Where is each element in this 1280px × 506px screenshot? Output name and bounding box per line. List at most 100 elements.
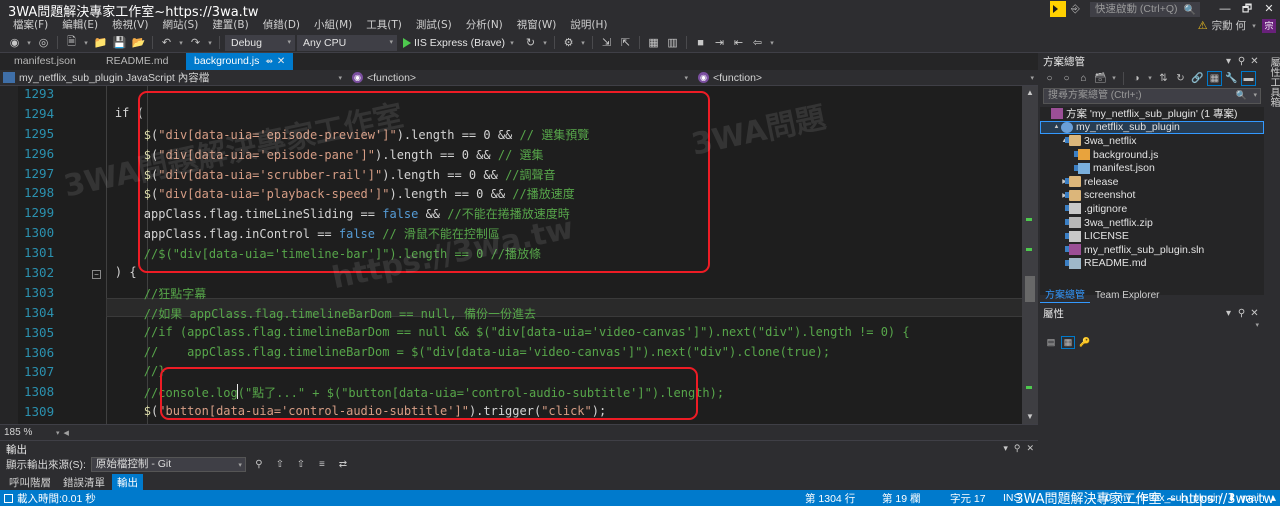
close-icon[interactable]: ✕ — [1248, 56, 1261, 67]
format-icon[interactable]: ⇦ — [749, 34, 766, 51]
step-into-icon[interactable]: ⇲ — [598, 34, 615, 51]
redo-caret-icon[interactable]: ▾ — [206, 39, 214, 47]
scroll-down-arrow-icon[interactable]: ▼ — [1022, 410, 1038, 424]
menu-item-2[interactable]: 檢視(V) — [105, 18, 155, 33]
account-caret-icon[interactable]: ▾ — [1250, 22, 1258, 30]
outlining-column[interactable]: − — [92, 86, 106, 424]
save-all-icon[interactable]: 📂 — [130, 34, 147, 51]
properties-object-caret-icon[interactable]: ▾ — [1255, 321, 1259, 329]
code-line[interactable]: 1301 //$("div[data-uia='timeline-bar']")… — [0, 245, 1038, 265]
pending-changes-icon[interactable]: 🗃 — [1093, 71, 1108, 86]
tree-node-8[interactable]: 3wa_netflix.zip — [1040, 216, 1264, 230]
sync-icon[interactable]: ⇅ — [1156, 71, 1171, 86]
code-editor[interactable]: 12931294 if (1295 $("div[data-uia='episo… — [0, 86, 1038, 424]
new-project-caret-icon[interactable]: ▾ — [82, 39, 90, 47]
pin-icon[interactable]: ⚲ — [1014, 443, 1021, 454]
properties-icon[interactable]: 🔑 — [1078, 336, 1092, 349]
scroll-up-arrow-icon[interactable]: ▲ — [1022, 86, 1038, 100]
start-debugging-button[interactable]: IIS Express (Brave) ▾ — [399, 34, 520, 51]
clear-all-icon[interactable]: ⇧ — [293, 457, 309, 472]
chevron-down-icon[interactable]: ▾ — [1222, 56, 1235, 67]
solution-platform-select[interactable]: Any CPU ▾ — [297, 35, 397, 51]
step-over-icon[interactable]: ⇱ — [617, 34, 634, 51]
scroll-left-arrow-icon[interactable]: ◀ — [64, 429, 69, 437]
zoom-level-select[interactable]: 185 % — [4, 427, 56, 438]
tree-node-9[interactable]: LICENSE — [1040, 229, 1264, 243]
bookmark-icon[interactable]: ■ — [692, 34, 709, 51]
back-icon[interactable]: ○ — [1042, 71, 1057, 86]
pin-tab-icon[interactable]: ⇴ — [265, 56, 273, 66]
code-line[interactable]: 1305 //if (appClass.flag.timelineBarDom … — [0, 325, 1038, 345]
menu-item-7[interactable]: 工具(T) — [359, 18, 409, 33]
navigation-bar-member-right[interactable]: ◉ <function> ▾ — [692, 70, 1038, 86]
avatar[interactable]: 宗 — [1262, 19, 1276, 33]
show-all-files-icon[interactable]: ▦ — [1207, 71, 1222, 86]
code-line[interactable]: 1303 //狂點字幕 — [0, 285, 1038, 305]
tree-node-11[interactable]: README.md — [1040, 257, 1264, 271]
vertical-tab-toolbox[interactable]: 屬性工具箱 — [1264, 53, 1280, 111]
tree-node-10[interactable]: my_netflix_sub_plugin.sln — [1040, 243, 1264, 257]
tree-node-6[interactable]: ▶screenshot — [1040, 189, 1264, 203]
categorized-icon[interactable]: ▤ — [1044, 336, 1058, 349]
chevron-down-icon[interactable]: ▾ — [541, 39, 549, 47]
code-line[interactable]: 1304 //如果 appClass.flag.timelineBarDom =… — [0, 305, 1038, 325]
account-name[interactable]: 宗勳 何 — [1212, 18, 1246, 33]
code-line[interactable]: 1293 — [0, 86, 1038, 106]
code-line[interactable]: 1307 //} — [0, 364, 1038, 384]
chevron-down-icon[interactable]: ▾ — [1222, 308, 1235, 319]
code-line[interactable]: 1294 if ( — [0, 106, 1038, 126]
chevron-down-icon[interactable]: ▾ — [1003, 443, 1008, 454]
toggle-icon[interactable]: ⇄ — [335, 457, 351, 472]
chevron-down-icon[interactable]: ▾ — [508, 39, 516, 47]
menu-item-6[interactable]: 小組(M) — [307, 18, 359, 33]
view-designer-icon[interactable]: 🔗 — [1190, 71, 1205, 86]
chevron-down-icon[interactable]: ▾ — [1030, 74, 1034, 82]
code-line[interactable]: 1306 // appClass.flag.timelineBarDom = $… — [0, 345, 1038, 365]
restore-button[interactable]: 🗗 — [1236, 0, 1258, 18]
output-tab-1[interactable]: 錯誤清單 — [58, 474, 110, 491]
attach-process-icon[interactable]: ⚙ — [560, 34, 577, 51]
chevron-down-icon[interactable]: ▾ — [56, 429, 60, 437]
menu-item-5[interactable]: 偵錯(D) — [256, 18, 307, 33]
new-project-icon[interactable]: 🗎 — [63, 34, 80, 51]
refresh-icon[interactable]: ↻ — [1173, 71, 1188, 86]
document-tab-0[interactable]: manifest.json — [6, 53, 84, 70]
chevron-down-icon[interactable]: ▾ — [1110, 74, 1118, 82]
solution-tree[interactable]: 方案 'my_netflix_sub_plugin' (1 專案)▲my_net… — [1040, 107, 1264, 295]
toolbar-overflow-icon[interactable]: ▾ — [768, 39, 776, 47]
minimize-button[interactable]: — — [1214, 0, 1236, 18]
uncomment-selection-icon[interactable]: ▥ — [664, 34, 681, 51]
chevron-down-icon[interactable]: ▾ — [579, 39, 587, 47]
code-line[interactable]: 1296 $("div[data-uia='episode-pane']").l… — [0, 146, 1038, 166]
close-button[interactable]: ✕ — [1258, 0, 1280, 18]
document-tab-1[interactable]: README.md — [98, 53, 176, 70]
refresh-icon[interactable]: ↻ — [522, 34, 539, 51]
undo-caret-icon[interactable]: ▾ — [177, 39, 185, 47]
menu-item-9[interactable]: 分析(N) — [459, 18, 510, 33]
solution-configuration-select[interactable]: Debug ▾ — [225, 35, 295, 51]
open-file-icon[interactable]: 📁 — [92, 34, 109, 51]
code-line[interactable]: 1297 $("div[data-uia='scrubber-rail']").… — [0, 166, 1038, 186]
find-icon[interactable]: ⚲ — [251, 457, 267, 472]
alphabetical-icon[interactable]: ▦ — [1061, 336, 1075, 349]
menu-item-4[interactable]: 建置(B) — [205, 18, 255, 33]
redo-icon[interactable]: ↷ — [187, 34, 204, 51]
tree-node-5[interactable]: ▶release — [1040, 175, 1264, 189]
tree-node-3[interactable]: background.js — [1040, 148, 1264, 162]
menu-item-10[interactable]: 視窗(W) — [510, 18, 564, 33]
navigate-backward-icon[interactable]: ◉ — [6, 34, 23, 51]
properties-icon[interactable]: 🔧 — [1224, 71, 1239, 86]
chevron-down-icon[interactable]: ▾ — [684, 74, 688, 82]
forward-icon[interactable]: ○ — [1059, 71, 1074, 86]
code-line[interactable]: 1302 ) { — [0, 265, 1038, 285]
indent-icon[interactable]: ⇥ — [711, 34, 728, 51]
close-icon[interactable]: ✕ — [1248, 308, 1261, 319]
solution-explorer-search-input[interactable]: 搜尋方案總管 (Ctrl+;) 🔍 ▾ — [1043, 88, 1261, 104]
save-icon[interactable]: 💾 — [111, 34, 128, 51]
code-line[interactable]: 1300 appClass.flag.inControl == false //… — [0, 225, 1038, 245]
clear-icon[interactable]: ⇧ — [272, 457, 288, 472]
menu-item-8[interactable]: 測試(S) — [409, 18, 459, 33]
undo-icon[interactable]: ↶ — [158, 34, 175, 51]
close-tab-icon[interactable]: ✕ — [277, 56, 285, 67]
chevron-down-icon[interactable]: ▾ — [338, 74, 342, 82]
